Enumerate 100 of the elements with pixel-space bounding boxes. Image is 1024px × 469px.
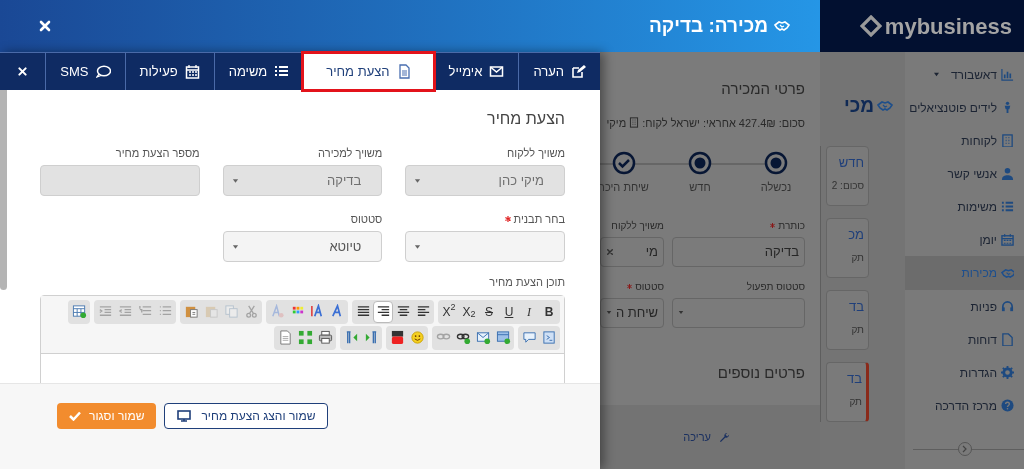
form-title: הצעת מחיר: [486, 109, 565, 129]
document-icon: [396, 64, 412, 79]
field-label: משויך ללקוח: [507, 145, 565, 161]
field-label: משויך ללקוח: [611, 218, 664, 233]
subscript-button[interactable]: X$_{2}$: [459, 300, 479, 323]
field-label: כותרת: [770, 217, 805, 233]
italic-button[interactable]: I: [519, 300, 539, 323]
sidebar-item[interactable]: מרכז הדרכה: [905, 389, 1024, 422]
save-show-button[interactable]: שמור והצג הצעת מחיר: [164, 403, 329, 429]
caret-down-icon: [606, 310, 612, 315]
section-title: פרטי המכירה: [720, 79, 805, 99]
table-icon: [71, 304, 87, 319]
sidebar-item[interactable]: הגדרות: [905, 356, 1024, 389]
required-icon: [504, 216, 511, 222]
paste-text-icon: [183, 304, 199, 319]
handshake-icon: [774, 19, 790, 33]
sidebar-item[interactable]: משימות: [905, 190, 1024, 223]
caret-down-icon: [231, 243, 239, 250]
bar-chart-icon: [1001, 68, 1014, 81]
input-field[interactable]: בדיקה: [672, 236, 805, 267]
sidebar-item[interactable]: אנשי קשר: [905, 157, 1024, 190]
paste-icon: [203, 304, 219, 319]
card-title: בד: [846, 369, 862, 388]
save-close-button[interactable]: שמור וסגור: [57, 403, 157, 429]
text-direction-ltr-icon: [363, 330, 379, 345]
check-icon: [69, 411, 81, 421]
underline-button[interactable]: U: [499, 300, 519, 323]
step-label: שיחת היכר: [600, 180, 649, 195]
superscript-button[interactable]: X$^{2}$: [439, 300, 459, 323]
sidebar-item[interactable]: יומן: [905, 223, 1024, 256]
image-icon: [495, 330, 511, 345]
close-icon: [17, 66, 29, 77]
panel-title: מכירה: בדיקה: [648, 13, 768, 38]
card-subtitle: תק: [848, 395, 862, 409]
sidebar-item[interactable]: פניות: [905, 290, 1024, 323]
comment-icon: [521, 330, 537, 345]
font-color-icon: [309, 304, 325, 319]
summary-text: לקוח:: [642, 115, 668, 131]
person-icon: [1001, 167, 1014, 180]
select-field[interactable]: טיוטא: [222, 231, 383, 262]
caret-down-icon: [933, 72, 940, 77]
help-icon: [1001, 399, 1014, 412]
required-icon: [770, 222, 776, 228]
source-icon: [541, 330, 557, 345]
close-icon[interactable]: [38, 19, 52, 33]
remove-icon: [606, 247, 614, 256]
handshake-icon: [1001, 266, 1014, 280]
edit-link[interactable]: עריכה: [683, 428, 730, 446]
card-title: בד: [848, 297, 864, 316]
align-justify-icon: [355, 304, 371, 319]
step-label: חדש: [689, 180, 711, 195]
sidebar-item[interactable]: לידים פוטנציאלים: [905, 91, 1024, 124]
field-label: סטטוס: [350, 211, 383, 227]
logo-text: mybusiness: [884, 12, 1012, 41]
align-right-icon: [375, 304, 391, 319]
calendar-icon: [184, 64, 200, 79]
smiley-icon: [409, 330, 425, 345]
page-title: מכי: [843, 94, 874, 118]
chevron-icon: [961, 445, 968, 453]
print-icon: [317, 330, 333, 345]
caret-down-icon: [414, 243, 422, 250]
tab[interactable]: פעילות: [124, 53, 214, 90]
sidebar-item[interactable]: דוחות: [905, 323, 1024, 356]
select-field[interactable]: שיחת ה: [600, 297, 664, 328]
card-subtitle: תק: [850, 251, 864, 265]
envelope-icon: [489, 64, 505, 79]
step-icon: [764, 151, 788, 175]
email-icon: [475, 330, 491, 345]
select-field[interactable]: [672, 297, 805, 328]
indent-icon: [97, 304, 113, 319]
cut-icon: [243, 304, 259, 319]
card-subtitle: סכום: 2: [830, 179, 864, 193]
strikethrough-button[interactable]: S: [479, 300, 499, 323]
outdent-icon: [117, 304, 133, 319]
step-icon: [688, 151, 712, 175]
field-label: משויך למכירה: [318, 145, 383, 161]
tab[interactable]: SMS: [45, 53, 125, 90]
tab[interactable]: משימה: [213, 53, 304, 90]
card-title: מכ: [847, 225, 864, 244]
required-icon: [627, 283, 633, 289]
headset-icon: [1001, 300, 1014, 313]
calendar-icon: [1001, 233, 1014, 246]
speech-bubble-icon: [95, 64, 111, 79]
gear-icon: [1001, 366, 1014, 379]
logo-icon: [859, 15, 882, 37]
building-icon: [629, 116, 640, 130]
input-field[interactable]: מי: [600, 236, 664, 267]
copy-icon: [223, 304, 239, 319]
align-right-button[interactable]: [373, 300, 393, 323]
fullscreen-icon: [297, 330, 313, 345]
sidebar-item[interactable]: לקוחות: [905, 124, 1024, 157]
tab[interactable]: הצעת מחיר: [303, 53, 434, 90]
collapse-button[interactable]: [957, 442, 972, 456]
scrollbar[interactable]: [0, 90, 7, 290]
sidebar-item[interactable]: דאשבורד: [905, 58, 1024, 91]
list-icon: [1001, 200, 1014, 213]
wrench-icon: [719, 431, 730, 443]
bold-button[interactable]: B: [539, 300, 559, 323]
step-label: נכשלה: [760, 180, 792, 195]
field-label: בחר תבנית: [504, 210, 565, 228]
